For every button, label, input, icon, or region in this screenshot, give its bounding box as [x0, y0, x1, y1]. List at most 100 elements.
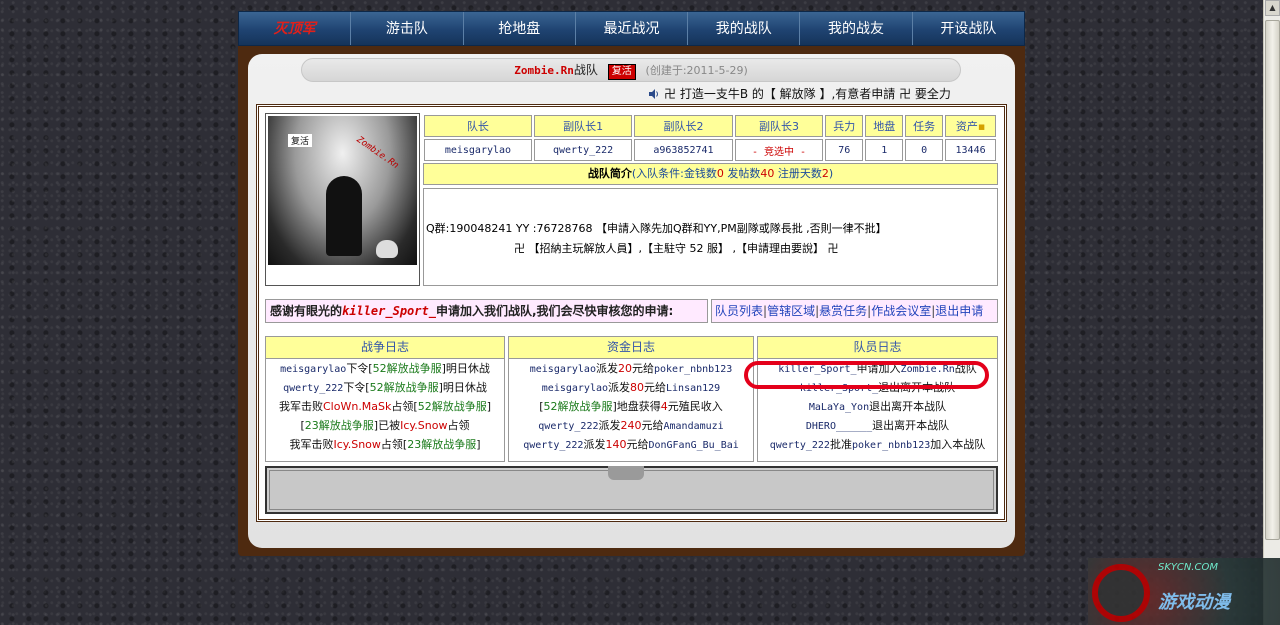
team-panel: Zombie.Rn战队 复活 (创建于:2011-5-29) 卍 打造一支牛B …: [248, 54, 1015, 548]
log-line: qwerty_222派发140元给DonGFanG_Bu_Bai: [509, 435, 753, 454]
intro-conditions: (入队条件:金钱数0 发帖数40 注册天数2): [631, 167, 834, 180]
avatar-label: 复活: [288, 134, 313, 147]
log-text: ]已被: [373, 419, 401, 432]
log-text: ]: [476, 438, 481, 451]
hooded-figure-image: [326, 176, 362, 256]
highlight-circle-annotation: [744, 361, 989, 389]
log-line: DHERO______退出离开本战队: [758, 416, 997, 435]
log-user-link[interactable]: qwerty_222: [770, 440, 830, 451]
log-user-link[interactable]: Linsan129: [666, 383, 720, 394]
team-suffix: 战队: [573, 63, 598, 77]
log-user-link[interactable]: qwerty_222: [523, 440, 583, 451]
log-text: Icy.Snow: [400, 419, 448, 432]
top-nav: 灭顶军 游击队 抢地盘 最近战况 我的战队 我的战友 开设战队: [238, 11, 1025, 46]
header-tasks: 任务: [905, 115, 944, 137]
avatar-logo: Zombie.Rn: [354, 134, 401, 172]
captain-value[interactable]: meisgarylao: [424, 139, 532, 161]
nav-brand[interactable]: 灭顶军: [239, 12, 350, 45]
announcement-text: 卍 打造一支牛B 的【 解放隊 】,有意者申請 卍 要全力: [664, 87, 951, 101]
log-user-link[interactable]: MaLaYa_Yon: [809, 402, 869, 413]
log-text: 占领[: [380, 438, 408, 451]
scroll-thumb[interactable]: [1265, 20, 1280, 540]
nav-item-create-team[interactable]: 开设战队: [911, 12, 1024, 45]
vertical-scrollbar[interactable]: ▲: [1263, 0, 1280, 625]
application-notice: 感谢有眼光的killer_Sport_申请加入我们战队,我们会尽快审核您的申请:: [265, 299, 708, 323]
header-troops: 兵力: [825, 115, 864, 137]
scroll-up-arrow-icon[interactable]: ▲: [1265, 0, 1280, 16]
log-line: MaLaYa_Yon退出离开本战队: [758, 397, 997, 416]
announcement-marquee: 卍 打造一支牛B 的【 解放隊 】,有意者申請 卍 要全力: [648, 85, 951, 102]
header-vice3: 副队长3: [734, 115, 824, 137]
log-text: 派发: [583, 438, 606, 451]
team-links: 队员列表|管辖区域|悬赏任务|作战会议室|退出申请: [711, 299, 998, 323]
log-user-link[interactable]: DonGFanG_Bu_Bai: [648, 440, 738, 451]
log-line: 我军击败Icy.Snow占领[23解放战争服]: [266, 435, 504, 454]
log-line: 我军击败CloWn.MaSk占领[52解放战争服]: [266, 397, 504, 416]
header-captain: 队长: [424, 115, 532, 137]
link-withdraw-application[interactable]: 退出申请: [935, 304, 983, 318]
log-text: 52解放战争服: [417, 400, 487, 413]
speaker-icon: [649, 89, 658, 99]
fund-log: 资金日志 meisgarylao派发20元给poker_nbnb123 meisg…: [508, 336, 754, 462]
status-badge: 复活: [607, 64, 636, 80]
war-log-lines: meisgarylao下令[52解放战争服]明日休战 qwerty_222下令[5…: [266, 359, 504, 454]
vice1-value[interactable]: qwerty_222: [533, 139, 633, 161]
log-line: qwerty_222批准poker_nbnb123加入本战队: [758, 435, 997, 454]
log-text: 派发: [598, 419, 621, 432]
nav-item-my-comrades[interactable]: 我的战友: [799, 12, 911, 45]
log-user-link[interactable]: qwerty_222: [283, 383, 343, 394]
team-title-bar: Zombie.Rn战队 复活 (创建于:2011-5-29): [301, 58, 961, 82]
team-avatar-box: 复活 Zombie.Rn: [265, 113, 420, 286]
log-line: meisgarylao派发80元给Linsan129: [509, 378, 753, 397]
log-text: Icy.Snow: [333, 438, 381, 451]
log-user-link[interactable]: DHERO______: [806, 421, 872, 432]
log-text: 下令[: [346, 362, 373, 375]
log-user-link[interactable]: poker_nbnb123: [654, 364, 732, 375]
log-text: 元殖民收入: [667, 400, 723, 413]
intro-title: 战队简介: [587, 167, 632, 180]
link-bounty-tasks[interactable]: 悬赏任务: [819, 304, 867, 318]
log-text: 52解放战争服: [369, 381, 439, 394]
link-war-room[interactable]: 作战会议室: [871, 304, 931, 318]
watermark-ring-icon: [1092, 564, 1150, 622]
log-text: 派发: [595, 362, 618, 375]
site-watermark-logo: SKYCN.COM 游戏动漫: [1088, 558, 1280, 625]
link-member-list[interactable]: 队员列表: [715, 304, 763, 318]
log-text: 占领[: [391, 400, 418, 413]
log-text: 我军击败: [289, 438, 334, 451]
team-content: 复活 Zombie.Rn 队长 副队长1 副队长2 副队长3 兵力 地盘 任务 …: [256, 104, 1007, 522]
log-user-link[interactable]: Amandamuzi: [664, 421, 724, 432]
log-user-link[interactable]: meisgarylao: [530, 364, 596, 375]
nav-item-recent-battles[interactable]: 最近战况: [574, 12, 687, 45]
watermark-top-text: SKYCN.COM: [1158, 562, 1218, 573]
log-user-link[interactable]: meisgarylao: [280, 364, 346, 375]
log-text: 23解放战争服: [407, 438, 477, 451]
log-text: 240: [620, 419, 642, 432]
team-name: Zombie.Rn: [514, 64, 574, 77]
log-user-link[interactable]: qwerty_222: [538, 421, 598, 432]
nav-item-territory[interactable]: 抢地盘: [462, 12, 575, 45]
notice-user: killer_Sport_: [342, 304, 436, 318]
link-jurisdiction[interactable]: 管辖区域: [767, 304, 815, 318]
team-info-table: 队长 副队长1 副队长2 副队长3 兵力 地盘 任务 资产▪ meisgaryl…: [422, 113, 998, 163]
log-text: 下令[: [343, 381, 370, 394]
log-user-link[interactable]: meisgarylao: [542, 383, 608, 394]
log-text: 占领: [447, 419, 470, 432]
fund-log-lines: meisgarylao派发20元给poker_nbnb123 meisgaryla…: [509, 359, 753, 454]
nav-item-my-team[interactable]: 我的战队: [687, 12, 799, 45]
log-user-link[interactable]: poker_nbnb123: [852, 440, 930, 451]
log-text: 52解放战争服: [372, 362, 442, 375]
nav-item-guerrilla[interactable]: 游击队: [350, 12, 462, 45]
vice2-value[interactable]: a963852741: [634, 139, 733, 161]
coin-icon: ▪: [977, 120, 986, 133]
team-avatar: 复活 Zombie.Rn: [268, 116, 417, 265]
vice3-value: - 竞选中 -: [734, 139, 824, 161]
log-text: 23解放战争服: [304, 419, 374, 432]
territory-value: 1: [865, 139, 904, 161]
war-log-title: 战争日志: [266, 337, 504, 359]
log-line: [23解放战争服]已被Icy.Snow占领: [266, 416, 504, 435]
log-text: 80: [630, 381, 645, 394]
war-log: 战争日志 meisgarylao下令[52解放战争服]明日休战 qwerty_22…: [265, 336, 505, 462]
log-line: qwerty_222派发240元给Amandamuzi: [509, 416, 753, 435]
log-text: 4: [660, 400, 668, 413]
